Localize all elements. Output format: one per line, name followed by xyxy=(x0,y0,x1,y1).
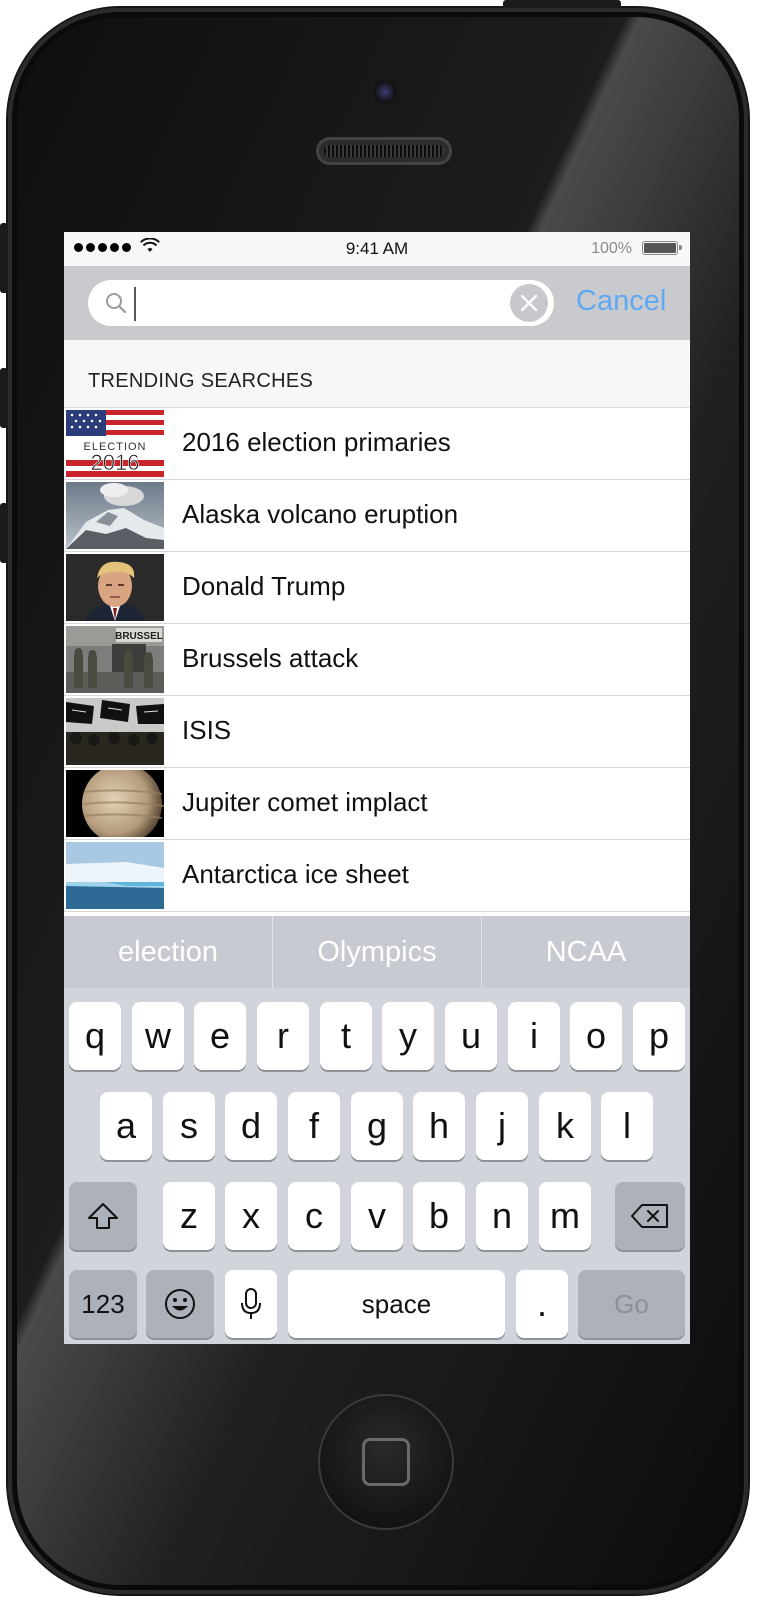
ice-sheet-thumbnail xyxy=(66,842,164,909)
suggestion-election[interactable]: election xyxy=(64,916,273,988)
trending-item-election[interactable]: ELECTION 2016 2016 election primaries xyxy=(64,408,690,480)
trending-item-isis[interactable]: ISIS xyxy=(64,696,690,768)
key-s[interactable]: s xyxy=(163,1092,215,1160)
suggestion-ncaa[interactable]: NCAA xyxy=(482,916,690,988)
delete-key[interactable] xyxy=(615,1182,685,1250)
trending-item-label: Jupiter comet implact xyxy=(182,787,428,817)
backspace-icon xyxy=(631,1204,668,1228)
flags-thumbnail xyxy=(66,698,164,765)
screen: 9:41 AM 100% Cancel TRENDING SEARCHES EL… xyxy=(64,232,690,1344)
volcano-thumbnail xyxy=(66,482,164,549)
battery-icon xyxy=(642,241,682,255)
key-t[interactable]: t xyxy=(320,1002,372,1070)
jupiter-thumbnail xyxy=(66,770,164,837)
volume-down-button xyxy=(0,503,8,563)
key-i[interactable]: i xyxy=(508,1002,560,1070)
portrait-thumbnail xyxy=(66,554,164,621)
status-bar: 9:41 AM 100% xyxy=(64,232,690,266)
trending-item-label: Antarctica ice sheet xyxy=(182,859,409,889)
search-input[interactable] xyxy=(88,280,554,326)
shift-key[interactable] xyxy=(69,1182,137,1250)
battery-percentage: 100% xyxy=(591,240,632,257)
election-thumbnail: ELECTION 2016 xyxy=(66,410,164,477)
brussels-thumbnail: BRUSSEL xyxy=(66,626,164,693)
space-key[interactable]: space xyxy=(288,1270,505,1338)
clear-search-button[interactable] xyxy=(510,284,548,322)
key-p[interactable]: p xyxy=(633,1002,685,1070)
text-cursor xyxy=(134,287,136,321)
trending-item-brussels[interactable]: BRUSSEL Brussels attack xyxy=(64,624,690,696)
emoji-icon xyxy=(165,1289,195,1319)
key-m[interactable]: m xyxy=(539,1182,591,1250)
front-camera xyxy=(372,80,398,106)
key-n[interactable]: n xyxy=(476,1182,528,1250)
key-a[interactable]: a xyxy=(100,1092,152,1160)
key-l[interactable]: l xyxy=(601,1092,653,1160)
key-h[interactable]: h xyxy=(413,1092,465,1160)
key-j[interactable]: j xyxy=(476,1092,528,1160)
key-z[interactable]: z xyxy=(163,1182,215,1250)
keyboard: q w e r t y u i o p a s d f g h j k l z … xyxy=(64,988,690,1344)
key-g[interactable]: g xyxy=(351,1092,403,1160)
period-key[interactable]: . xyxy=(516,1270,568,1338)
svg-text:BRUSSEL: BRUSSEL xyxy=(115,631,163,642)
key-y[interactable]: y xyxy=(382,1002,434,1070)
shift-icon xyxy=(88,1203,118,1229)
key-f[interactable]: f xyxy=(288,1092,340,1160)
search-bar: Cancel xyxy=(64,266,690,340)
key-d[interactable]: d xyxy=(225,1092,277,1160)
svg-text:2016: 2016 xyxy=(91,450,140,475)
close-icon xyxy=(520,294,538,312)
key-b[interactable]: b xyxy=(413,1182,465,1250)
microphone-icon xyxy=(241,1288,261,1319)
key-v[interactable]: v xyxy=(351,1182,403,1250)
trending-item-label: Alaska volcano eruption xyxy=(182,499,459,529)
key-u[interactable]: u xyxy=(445,1002,497,1070)
dictation-key[interactable] xyxy=(225,1270,277,1338)
key-c[interactable]: c xyxy=(288,1182,340,1250)
predictive-text-bar: election Olympics NCAA xyxy=(64,916,690,988)
trending-item-label: ISIS xyxy=(182,715,232,745)
mute-switch xyxy=(0,223,8,293)
key-e[interactable]: e xyxy=(194,1002,246,1070)
power-button xyxy=(503,0,621,8)
emoji-key[interactable] xyxy=(146,1270,214,1338)
go-key[interactable]: Go xyxy=(578,1270,685,1338)
key-o[interactable]: o xyxy=(570,1002,622,1070)
trending-item-trump[interactable]: Donald Trump xyxy=(64,552,690,624)
suggestion-olympics[interactable]: Olympics xyxy=(273,916,482,988)
key-x[interactable]: x xyxy=(225,1182,277,1250)
trending-list: ELECTION 2016 2016 election primaries Al… xyxy=(64,408,690,912)
trending-item-jupiter[interactable]: Jupiter comet implact xyxy=(64,768,690,840)
search-icon xyxy=(106,293,127,314)
volume-up-button xyxy=(0,368,8,428)
key-q[interactable]: q xyxy=(69,1002,121,1070)
numbers-key[interactable]: 123 xyxy=(69,1270,137,1338)
trending-item-volcano[interactable]: Alaska volcano eruption xyxy=(64,480,690,552)
trending-item-label: Donald Trump xyxy=(182,571,346,601)
trending-item-label: Brussels attack xyxy=(182,643,359,673)
key-r[interactable]: r xyxy=(257,1002,309,1070)
earpiece-speaker xyxy=(316,137,452,165)
cancel-button[interactable]: Cancel xyxy=(576,285,666,318)
trending-item-antarctica[interactable]: Antarctica ice sheet xyxy=(64,840,690,912)
section-title: TRENDING SEARCHES xyxy=(88,370,314,392)
trending-item-label: 2016 election primaries xyxy=(182,427,451,457)
key-w[interactable]: w xyxy=(132,1002,184,1070)
home-button[interactable] xyxy=(318,1394,454,1530)
trending-section-header: TRENDING SEARCHES xyxy=(64,340,690,408)
key-k[interactable]: k xyxy=(539,1092,591,1160)
